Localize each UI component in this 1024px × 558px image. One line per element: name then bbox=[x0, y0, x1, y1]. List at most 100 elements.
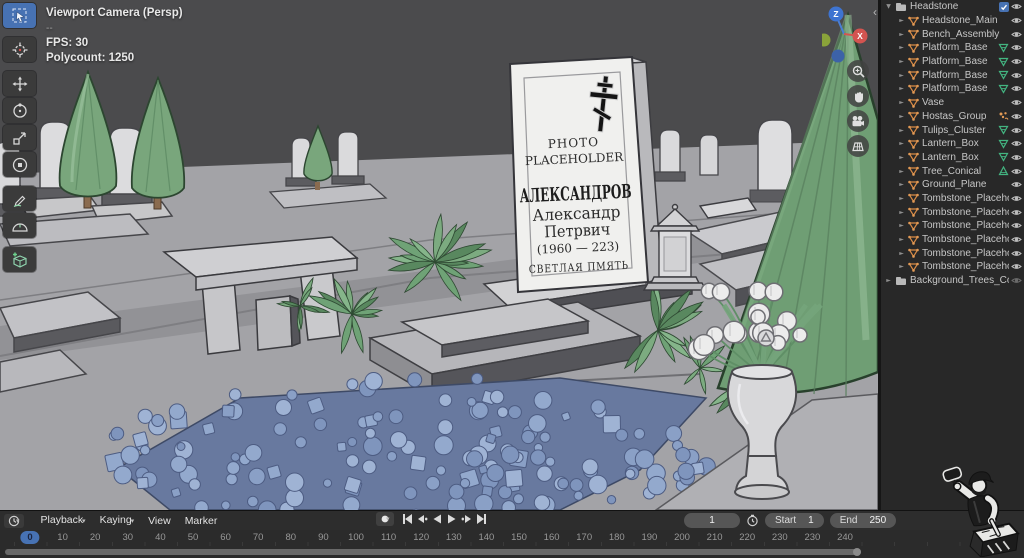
eye-visibility-icon[interactable] bbox=[1011, 208, 1022, 217]
outliner-row[interactable]: ►Lantern_Box bbox=[881, 151, 1024, 165]
timeline-scrollbar[interactable] bbox=[5, 549, 861, 555]
headstone-mesh[interactable]: PHOTO PLACEHOLDER АЛЕКСАНДРОВ Александр … bbox=[510, 57, 662, 292]
panel-collapse-icon[interactable]: ‹ bbox=[873, 6, 877, 18]
transform-tool-button[interactable] bbox=[3, 152, 36, 177]
expand-arrow-icon[interactable]: ► bbox=[897, 154, 906, 161]
collapse-arrow-icon[interactable]: ▼ bbox=[884, 3, 893, 10]
expand-arrow-icon[interactable]: ► bbox=[897, 168, 906, 175]
start-frame-field[interactable]: Start1 bbox=[765, 513, 824, 528]
outliner-row[interactable]: ►Platform_Base bbox=[881, 41, 1024, 55]
eye-visibility-icon[interactable] bbox=[1011, 262, 1022, 271]
pan-viewport-button[interactable] bbox=[847, 85, 869, 107]
checkbox-checked-icon[interactable] bbox=[999, 2, 1009, 12]
outliner-row[interactable]: ►Vase bbox=[881, 96, 1024, 110]
expand-arrow-icon[interactable]: ► bbox=[897, 44, 906, 51]
eye-visibility-icon[interactable] bbox=[1011, 153, 1022, 162]
eye-visibility-icon[interactable] bbox=[1011, 235, 1022, 244]
outliner-row[interactable]: ►Tombstone_Placehok bbox=[881, 233, 1024, 247]
tall-white-stone[interactable] bbox=[758, 120, 792, 194]
outliner-row[interactable]: ►Platform_Base bbox=[881, 82, 1024, 96]
eye-visibility-icon[interactable] bbox=[1011, 249, 1022, 258]
cursor-tool-button[interactable] bbox=[3, 37, 36, 62]
editor-type-button[interactable]: ▾ bbox=[4, 514, 24, 528]
outliner-row[interactable]: ►Tombstone_Placehok bbox=[881, 205, 1024, 219]
expand-arrow-icon[interactable]: ► bbox=[897, 58, 906, 65]
expand-arrow-icon[interactable]: ► bbox=[897, 195, 906, 202]
outliner-row[interactable]: ►Tombstone_Placehok bbox=[881, 192, 1024, 206]
grid-viewport-button[interactable] bbox=[847, 135, 869, 157]
eye-visibility-icon[interactable] bbox=[1011, 71, 1022, 80]
outliner-row[interactable]: ►Platform_Base bbox=[881, 55, 1024, 69]
prev-keyframe-button[interactable] bbox=[415, 512, 429, 526]
eye-visibility-icon[interactable] bbox=[1011, 276, 1022, 285]
expand-arrow-icon[interactable]: ► bbox=[897, 209, 906, 216]
play-button[interactable] bbox=[445, 512, 459, 526]
outliner-row[interactable]: ►Background_Trees_Cone bbox=[881, 274, 1024, 288]
eye-visibility-icon[interactable] bbox=[1011, 30, 1022, 39]
next-keyframe-button[interactable] bbox=[460, 512, 474, 526]
expand-arrow-icon[interactable]: ► bbox=[884, 277, 893, 284]
expand-arrow-icon[interactable]: ► bbox=[897, 222, 906, 229]
outliner-row[interactable]: ►Ground_Plane bbox=[881, 178, 1024, 192]
eye-visibility-icon[interactable] bbox=[1011, 84, 1022, 93]
current-frame-field[interactable]: 1 bbox=[684, 513, 740, 528]
menu-playback[interactable]: Playback ▾ bbox=[34, 512, 93, 530]
outliner-row[interactable]: ►Tulips_Cluster bbox=[881, 123, 1024, 137]
jump-to-end-button[interactable] bbox=[475, 512, 489, 526]
eye-visibility-icon[interactable] bbox=[1011, 139, 1022, 148]
menu-view[interactable]: View bbox=[141, 513, 178, 530]
menu-keying[interactable]: Kaying ▾ bbox=[93, 512, 142, 530]
move-tool-button[interactable] bbox=[3, 71, 36, 96]
eye-visibility-icon[interactable] bbox=[1011, 194, 1022, 203]
outliner-row[interactable]: ►Platform_Base bbox=[881, 68, 1024, 82]
annotate-tool-button[interactable] bbox=[3, 186, 36, 211]
eye-visibility-icon[interactable] bbox=[1011, 126, 1022, 135]
auto-keying-button[interactable]: ▾ bbox=[376, 512, 394, 526]
expand-arrow-icon[interactable]: ► bbox=[897, 263, 906, 270]
expand-arrow-icon[interactable]: ► bbox=[897, 99, 906, 106]
expand-arrow-icon[interactable]: ► bbox=[897, 140, 906, 147]
axis-y-negative[interactable] bbox=[822, 34, 831, 47]
outliner-row[interactable]: ▼Headstone bbox=[881, 0, 1024, 14]
camera-viewport-button[interactable] bbox=[847, 110, 869, 132]
axis-z-negative[interactable] bbox=[832, 50, 845, 63]
scale-tool-button[interactable] bbox=[3, 125, 36, 150]
timeline-ruler[interactable]: 0102030405060708090100110120130140150160… bbox=[0, 530, 1024, 546]
eye-visibility-icon[interactable] bbox=[1011, 221, 1022, 230]
expand-arrow-icon[interactable]: ► bbox=[897, 113, 906, 120]
expand-arrow-icon[interactable]: ► bbox=[897, 85, 906, 92]
jump-to-start-button[interactable] bbox=[400, 512, 414, 526]
eye-visibility-icon[interactable] bbox=[1011, 112, 1022, 121]
menu-marker[interactable]: Marker bbox=[178, 513, 225, 530]
3d-viewport[interactable]: PHOTO PLACEHOLDER АЛЕКСАНДРОВ Александр … bbox=[0, 0, 878, 510]
measure-tool-button[interactable] bbox=[3, 213, 36, 238]
select-tool-button[interactable] bbox=[3, 3, 36, 28]
eye-visibility-icon[interactable] bbox=[1011, 98, 1022, 107]
outliner-row[interactable]: ►Bench_Assembly bbox=[881, 27, 1024, 41]
eye-visibility-icon[interactable] bbox=[1011, 57, 1022, 66]
eye-visibility-icon[interactable] bbox=[1011, 2, 1022, 11]
outliner-row[interactable]: ►Hostas_Group bbox=[881, 110, 1024, 124]
outliner-row[interactable]: ►Tombstone_Placehok bbox=[881, 219, 1024, 233]
outliner-row[interactable]: ►Tree_Conical bbox=[881, 164, 1024, 178]
eye-visibility-icon[interactable] bbox=[1011, 43, 1022, 52]
expand-arrow-icon[interactable]: ► bbox=[897, 17, 906, 24]
add-cube-tool-button[interactable] bbox=[3, 247, 36, 272]
end-frame-field[interactable]: End250 bbox=[830, 513, 896, 528]
outliner-row[interactable]: ►Lantern_Box bbox=[881, 137, 1024, 151]
eye-visibility-icon[interactable] bbox=[1011, 180, 1022, 189]
playhead-current-frame[interactable]: 0 bbox=[20, 531, 39, 544]
navigation-gizmo[interactable]: Z X bbox=[822, 2, 872, 64]
expand-arrow-icon[interactable]: ► bbox=[897, 250, 906, 257]
expand-arrow-icon[interactable]: ► bbox=[897, 236, 906, 243]
expand-arrow-icon[interactable]: ► bbox=[897, 127, 906, 134]
eye-visibility-icon[interactable] bbox=[1011, 16, 1022, 25]
expand-arrow-icon[interactable]: ► bbox=[897, 31, 906, 38]
outliner-row[interactable]: ►Tombstone_Placehok bbox=[881, 260, 1024, 274]
outliner-row[interactable]: ►Tombstone_Placehok bbox=[881, 246, 1024, 260]
expand-arrow-icon[interactable]: ► bbox=[897, 72, 906, 79]
rotate-tool-button[interactable] bbox=[3, 98, 36, 123]
eye-visibility-icon[interactable] bbox=[1011, 167, 1022, 176]
play-reverse-button[interactable] bbox=[430, 512, 444, 526]
expand-arrow-icon[interactable]: ► bbox=[897, 181, 906, 188]
